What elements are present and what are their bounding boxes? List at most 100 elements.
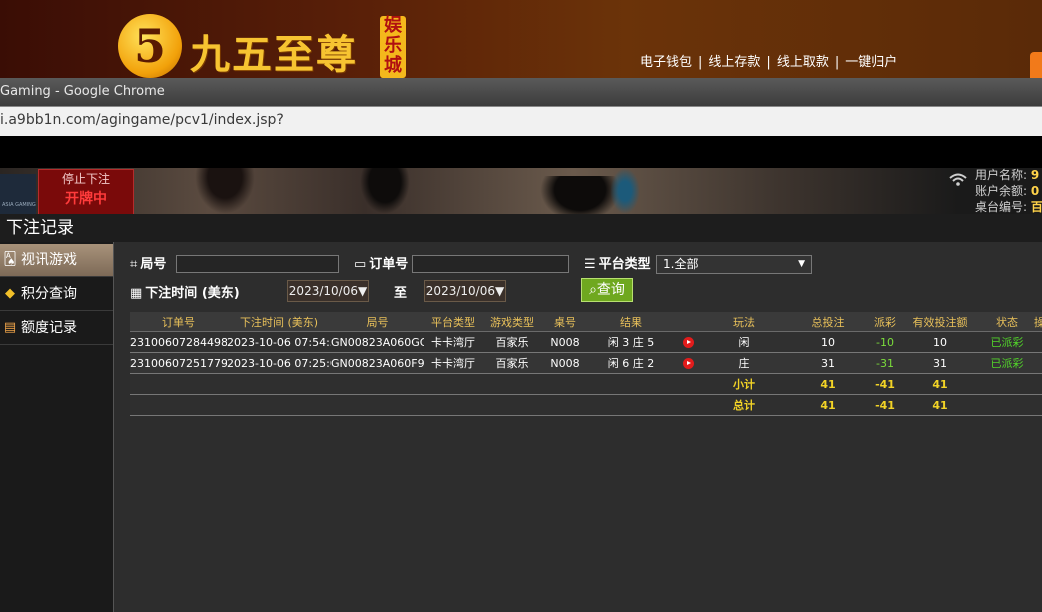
date-to-picker[interactable]: 2023/10/06▼ [424,280,506,302]
tag-icon: ⌗ [130,257,138,272]
search-icon: ⌕ [589,282,597,298]
query-button-label: 查询 [596,282,625,298]
cell-play: 闲 [702,331,786,353]
subtotal-label: 小计 [702,373,786,395]
cell-status: 已派彩 [980,352,1034,374]
total-spacer [130,394,702,416]
cell-bet-time: 2023-10-06 07:25:00 [227,352,331,374]
window-title-bar[interactable]: Gaming - Google Chrome [0,78,1042,106]
total-label: 总计 [702,394,786,416]
url-text[interactable]: i.a9bb1n.com/agingame/pcv1/index.jsp? [0,112,284,128]
clipboard-icon: ▭ [354,257,367,272]
order-number-input[interactable] [412,255,569,273]
stop-bet-label: 停止下注 [61,172,110,186]
col-status: 状态 [980,312,1034,332]
cell-action [1034,352,1042,374]
sidebar-item-credit-records[interactable]: ▤ 额度记录 [0,312,113,345]
table-row[interactable]: 231006072844986 2023-10-06 07:54:34 GN00… [130,331,1042,353]
orange-side-tab[interactable] [1030,52,1042,78]
cell-game-type: 百家乐 [482,331,542,353]
col-order-number: 订单号 [130,312,227,332]
asia-gaming-logo-text: ASIA GAMING [2,202,36,208]
cell-play: 庄 [702,352,786,374]
dealer-figure [610,168,640,214]
cards-icon: 🂡 [3,252,17,267]
cell-action [1034,331,1042,353]
panel-title-bar: 下注记录 [0,214,1042,242]
wifi-icon [949,173,967,186]
order-label-text: 订单号 [369,257,409,272]
sidebar-item-points-query[interactable]: ◆ 积分查询 [0,278,113,311]
video-play-icon[interactable] [682,337,694,348]
col-valid-bet: 有效投注额 [900,312,980,332]
cell-valid-bet: 10 [900,331,980,353]
cell-payout: -10 [870,331,900,353]
col-game-type: 游戏类型 [482,312,542,332]
brand-logo-icon[interactable]: 5 [118,14,182,78]
video-play-icon[interactable] [682,358,694,369]
subtotal-bet: 41 [786,373,870,395]
brand-name: 九五至尊 [190,31,358,78]
sidebar: 🂡 视讯游戏 ◆ 积分查询 ▤ 额度记录 [0,242,113,612]
address-bar[interactable]: i.a9bb1n.com/agingame/pcv1/index.jsp? [0,106,1042,137]
platform-selected-value: 1.全部 [663,257,699,271]
username-value: 9 [1030,168,1040,182]
col-payout: 派彩 [870,312,900,332]
platform-filter-label: ☰ 平台类型 [584,253,651,272]
cell-round-id: GN00823A060GG [331,331,424,353]
cell-payout: -31 [870,352,900,374]
cell-total-bet: 31 [786,352,870,374]
bet-records-table: 订单号 下注时间 (美东) 局号 平台类型 游戏类型 桌号 结果 玩法 总投注 … [130,312,1042,416]
calendar-icon: ▦ [130,286,143,301]
table-row[interactable]: 231006072517797 2023-10-06 07:25:00 GN00… [130,352,1042,374]
subtotal-row: 小计 41 -41 41 [130,373,1042,395]
nav-e-wallet[interactable]: 电子钱包 [640,55,692,70]
dealer-figure [195,168,255,214]
cell-order-number: 231006072517797 [130,352,227,374]
nav-separator: | [698,55,703,70]
cell-bet-time: 2023-10-06 07:54:34 [227,331,331,353]
total-row: 总计 41 -41 41 [130,394,1042,416]
round-input[interactable] [176,255,339,273]
username-label: 用户名称: [975,168,1028,182]
subtotal-valid-bet: 41 [900,373,980,395]
asia-gaming-logo-icon: ASIA GAMING [0,174,36,214]
balance-value: 0 [1030,184,1040,198]
date-from-picker[interactable]: 2023/10/06▼ [287,280,369,302]
cell-video [674,331,702,353]
col-round-id: 局号 [331,312,424,332]
sidebar-item-live-games[interactable]: 🂡 视讯游戏 [0,244,113,277]
bet-time-filter-label: ▦ 下注时间 (美东) [130,282,240,301]
cell-result: 闲 3 庄 5 [588,331,674,353]
nav-online-withdraw[interactable]: 线上取款 [777,55,829,70]
round-label-text: 局号 [140,257,167,272]
cell-table-no: N008 [542,352,588,374]
top-nav: 电子钱包 | 线上存款 | 线上取款 | 一键归户 [640,51,897,70]
dealing-status: 开牌中 [65,191,107,207]
dealer-figure [360,168,410,214]
balance-label: 账户余额: [975,184,1028,198]
nav-online-deposit[interactable]: 线上存款 [708,55,760,70]
nav-separator: | [834,55,840,70]
nav-separator: | [766,55,771,70]
cell-game-type: 百家乐 [482,352,542,374]
total-bet: 41 [786,394,870,416]
col-action: 操 [1034,312,1042,332]
platform-type-select[interactable]: 1.全部 ▼ [656,255,812,274]
cell-round-id: GN00823A060F9 [331,352,424,374]
list-icon: ☰ [584,257,596,272]
cell-result: 闲 6 庄 2 [588,352,674,374]
game-video-banner: ASIA GAMING 停止下注 开牌中 用户名称: 9 账户余额: 0 桌台编… [0,168,1042,214]
query-button[interactable]: ⌕查询 [581,278,633,302]
subtotal-trailing [980,373,1042,395]
platform-label-text: 平台类型 [598,257,651,272]
chevron-down-icon: ▼ [798,259,805,269]
nav-one-click-transfer[interactable]: 一键归户 [845,55,897,70]
subtotal-spacer [130,373,702,395]
cell-platform: 卡卡湾厅 [424,331,482,353]
col-bet-time: 下注时间 (美东) [227,312,331,332]
brand-header: 5 九五至尊 娱乐城 电子钱包 | 线上存款 | 线上取款 | 一键归户 [0,0,1042,78]
total-trailing [980,394,1042,416]
cell-total-bet: 10 [786,331,870,353]
diamond-icon: ◆ [5,286,15,301]
